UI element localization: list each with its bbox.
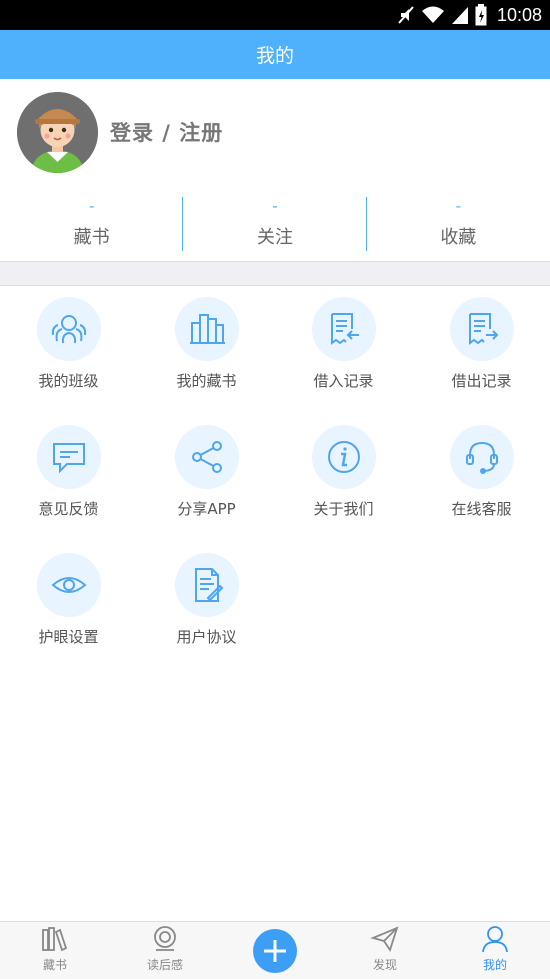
menu-item-online-service[interactable]: 在线客服 xyxy=(413,414,550,542)
menu-label: 在线客服 xyxy=(451,500,512,518)
login-register-link[interactable]: 登录 / 注册 xyxy=(110,117,223,147)
stats-row: - 藏书 - 关注 - 收藏 xyxy=(0,189,550,261)
nav-label: 我的 xyxy=(482,958,507,972)
icon-circle xyxy=(36,297,101,361)
battery-icon xyxy=(475,4,487,26)
stat-label: 关注 xyxy=(256,227,293,248)
menu-label: 护眼设置 xyxy=(38,628,99,646)
stat-label: 藏书 xyxy=(73,227,110,248)
feedback-icon xyxy=(52,443,85,474)
nav-label: 读后感 xyxy=(146,958,183,972)
section-separator xyxy=(0,261,550,286)
app-header: 我的 xyxy=(0,30,550,79)
menu-label: 分享APP xyxy=(177,500,236,518)
profile-section[interactable]: 登录 / 注册 xyxy=(0,79,550,189)
menu-item-my-books[interactable]: 我的藏书 xyxy=(138,286,275,414)
icon-circle xyxy=(36,425,101,489)
stat-value: - xyxy=(455,197,462,215)
review-icon xyxy=(154,926,176,951)
class-icon xyxy=(51,315,86,344)
nav-item-reviews[interactable]: 读后感 xyxy=(110,922,220,979)
menu-label: 借入记录 xyxy=(313,372,374,390)
menu-item-about-us[interactable]: 关于我们 xyxy=(275,414,412,542)
plus-icon xyxy=(264,939,286,962)
icon-circle xyxy=(449,425,514,489)
menu-item-user-agreement[interactable]: 用户协议 xyxy=(138,542,275,670)
share-icon xyxy=(191,441,222,473)
nav-item-mine[interactable]: 我的 xyxy=(440,922,550,979)
menu-item-my-class[interactable]: 我的班级 xyxy=(0,286,137,414)
nav-item-add[interactable] xyxy=(220,922,330,979)
status-icons: 10:08 xyxy=(397,4,542,26)
icon-circle xyxy=(311,297,376,361)
icon-circle xyxy=(174,297,239,361)
document-icon xyxy=(194,568,223,602)
wifi-icon xyxy=(421,6,444,23)
mute-icon xyxy=(398,6,414,24)
stat-following[interactable]: - 关注 xyxy=(183,189,366,261)
stat-value: - xyxy=(88,197,95,215)
icon-circle xyxy=(449,297,514,361)
books-icon xyxy=(189,314,225,344)
menu-label: 关于我们 xyxy=(313,500,374,518)
bottom-nav: 藏书 读后感 发现 我的 xyxy=(0,921,550,979)
bookshelf-icon xyxy=(42,927,68,952)
icon-circle xyxy=(36,553,101,617)
status-bar: 10:08 xyxy=(0,0,550,30)
stat-favorites[interactable]: - 收藏 xyxy=(367,189,550,261)
page-title: 我的 xyxy=(255,45,294,67)
icon-circle xyxy=(174,553,239,617)
info-icon xyxy=(327,441,360,473)
borrow-in-icon xyxy=(330,313,359,345)
menu-label: 我的藏书 xyxy=(176,372,237,390)
paper-plane-icon xyxy=(370,926,399,953)
stat-value: - xyxy=(272,197,278,215)
icon-circle xyxy=(174,425,239,489)
nav-label: 发现 xyxy=(372,958,397,972)
menu-label: 用户协议 xyxy=(176,628,237,646)
menu-label: 意见反馈 xyxy=(38,500,99,518)
add-button[interactable] xyxy=(253,928,297,973)
headset-icon xyxy=(465,441,498,474)
icon-circle xyxy=(311,425,376,489)
menu-item-eye-care[interactable]: 护眼设置 xyxy=(0,542,137,670)
nav-item-discover[interactable]: 发现 xyxy=(330,922,440,979)
menu-label: 我的班级 xyxy=(38,372,99,390)
menu-item-share-app[interactable]: 分享APP xyxy=(138,414,275,542)
menu-item-feedback[interactable]: 意见反馈 xyxy=(0,414,137,542)
person-icon xyxy=(482,926,508,953)
avatar[interactable] xyxy=(17,92,98,173)
status-time: 10:08 xyxy=(496,4,542,25)
borrow-out-icon xyxy=(468,313,498,345)
eye-icon xyxy=(50,577,87,593)
nav-label: 藏书 xyxy=(42,958,67,972)
signal-icon xyxy=(451,7,468,24)
menu-item-borrow-out[interactable]: 借出记录 xyxy=(413,286,550,414)
stat-collection[interactable]: - 藏书 xyxy=(0,189,183,261)
menu-label: 借出记录 xyxy=(451,372,512,390)
nav-item-collection[interactable]: 藏书 xyxy=(0,922,110,979)
stat-label: 收藏 xyxy=(440,227,477,248)
menu-item-borrow-in[interactable]: 借入记录 xyxy=(275,286,412,414)
